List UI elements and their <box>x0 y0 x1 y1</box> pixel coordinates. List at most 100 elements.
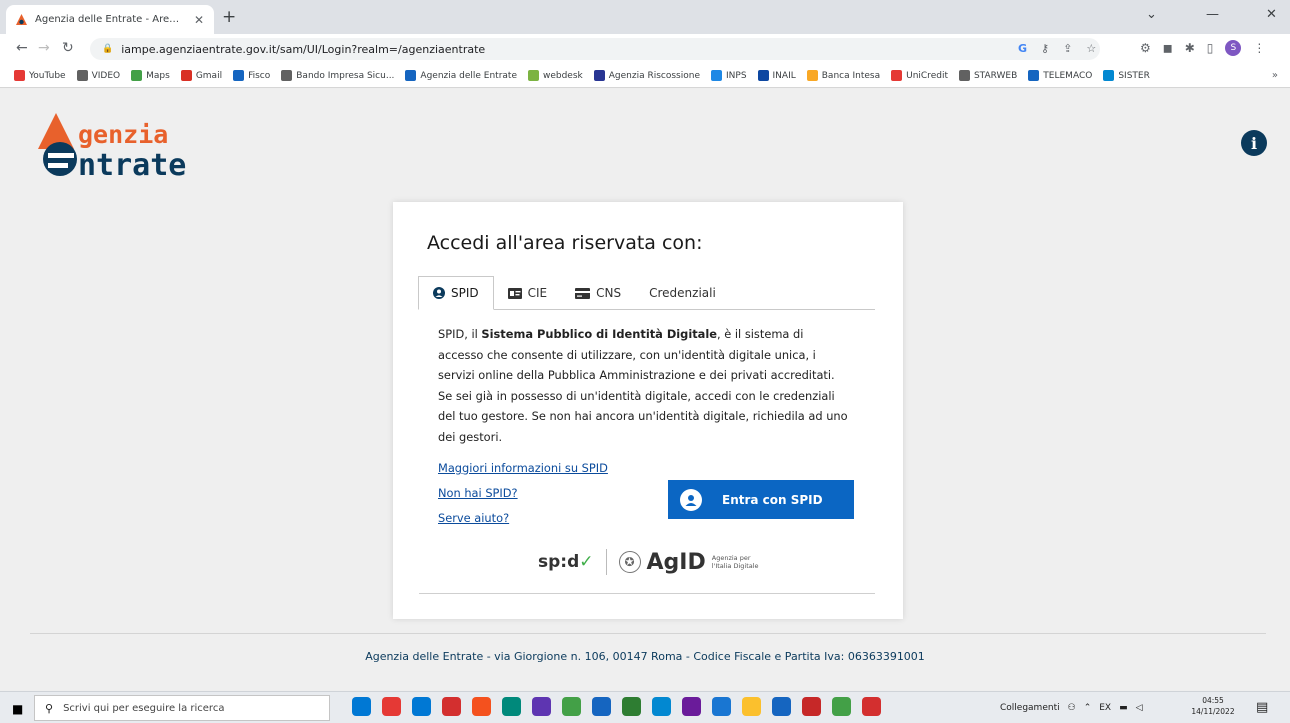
google-lens-icon[interactable]: G <box>1018 42 1027 55</box>
taskbar-app-icon[interactable] <box>562 697 581 716</box>
taskbar-app-icon[interactable] <box>382 697 401 716</box>
links-toolbar-label[interactable]: Collegamenti <box>1000 703 1060 713</box>
taskbar-app-icon[interactable] <box>592 697 611 716</box>
key-icon[interactable]: ⚷ <box>1041 42 1049 55</box>
bookmark-label: Banca Intesa <box>821 70 881 81</box>
tab-credenziali[interactable]: Credenziali <box>635 276 730 310</box>
new-tab-button[interactable]: + <box>222 7 236 27</box>
tab-close-icon[interactable]: ✕ <box>192 13 206 27</box>
taskbar-app-icon[interactable] <box>682 697 701 716</box>
taskbar-app-icon[interactable] <box>862 697 881 716</box>
desc-part-1: SPID, il <box>438 327 482 341</box>
taskbar-app-icon[interactable] <box>442 697 461 716</box>
minimize-icon[interactable]: — <box>1206 7 1219 22</box>
taskbar-app-icon[interactable] <box>502 697 521 716</box>
spid-logo: sp:d✓ <box>538 552 594 572</box>
card-divider <box>419 593 875 594</box>
address-url: iampe.agenziaentrate.gov.it/sam/UI/Login… <box>121 42 486 56</box>
back-arrow-icon[interactable]: ← <box>16 40 28 56</box>
extensions-puzzle-icon[interactable]: ✱ <box>1185 41 1195 55</box>
bookmark-item[interactable]: Bando Impresa Sicu... <box>281 70 394 81</box>
bookmark-item[interactable]: Maps <box>131 70 170 81</box>
page-content: genzia ntrate i Accedi all'area riservat… <box>0 89 1290 690</box>
bookmark-favicon-icon <box>593 70 605 81</box>
side-panel-icon[interactable]: ▯ <box>1207 41 1214 55</box>
profile-avatar[interactable]: S <box>1225 40 1242 56</box>
bookmark-star-icon[interactable]: ☆ <box>1086 42 1096 55</box>
id-card-icon <box>507 287 522 299</box>
taskbar-app-icon[interactable] <box>832 697 851 716</box>
brand-logos: sp:d✓ ✪ AgID Agenzia per l'Italia Digita… <box>538 549 762 575</box>
bookmark-item[interactable]: UniCredit <box>891 70 948 81</box>
footer-text: Agenzia delle Entrate - via Giorgione n.… <box>365 650 925 663</box>
share-icon[interactable]: ⇪ <box>1063 42 1072 55</box>
windows-taskbar: ■ ⚲ Scrivi qui per eseguire la ricerca C… <box>0 691 1290 723</box>
bookmark-label: Agenzia Riscossione <box>608 70 700 81</box>
close-window-icon[interactable]: ✕ <box>1266 7 1277 22</box>
bookmark-favicon-icon <box>527 70 539 81</box>
taskbar-app-icon[interactable] <box>802 697 821 716</box>
bookmark-item[interactable]: INPS <box>711 70 747 81</box>
taskbar-app-icon[interactable] <box>712 697 731 716</box>
bookmark-favicon-icon <box>891 70 903 81</box>
bookmark-item[interactable]: TELEMACO <box>1028 70 1092 81</box>
bookmark-favicon-icon <box>14 70 25 81</box>
tab-cie[interactable]: CIE <box>494 276 562 310</box>
taskbar-search-input[interactable]: ⚲ Scrivi qui per eseguire la ricerca <box>34 695 330 721</box>
notification-icon[interactable]: ▤ <box>1256 700 1268 715</box>
extension-shield-icon[interactable]: ◼ <box>1163 41 1173 55</box>
bookmark-favicon-icon <box>806 70 818 81</box>
taskbar-app-icon[interactable] <box>772 697 791 716</box>
user-circle-icon <box>433 287 445 299</box>
bookmark-favicon-icon <box>76 70 88 81</box>
taskbar-apps <box>352 697 881 716</box>
reload-icon[interactable]: ↻ <box>62 40 74 56</box>
extensions-area: ⚙ ◼ ✱ ▯ S ⋮ <box>1140 40 1265 56</box>
volume-icon[interactable]: ◁ <box>1136 703 1143 713</box>
desc-part-2: , è il sistema di accesso che consente d… <box>438 327 848 444</box>
people-icon[interactable]: ⚇ <box>1068 703 1076 713</box>
bookmarks-more-icon[interactable]: » <box>1272 70 1278 81</box>
tab-spid[interactable]: SPID <box>418 276 494 310</box>
bookmark-item[interactable]: Fisco <box>233 70 270 81</box>
bookmark-item[interactable]: YouTube <box>14 70 66 81</box>
menu-dots-icon[interactable]: ⋮ <box>1253 41 1265 55</box>
bookmark-favicon-icon <box>180 70 192 81</box>
info-icon[interactable]: i <box>1241 130 1267 156</box>
language-indicator[interactable]: EX <box>1099 703 1111 713</box>
tab-cns[interactable]: CNS <box>561 276 635 310</box>
bookmark-item[interactable]: STARWEB <box>958 70 1017 81</box>
need-help-link[interactable]: Serve aiuto? <box>438 509 608 528</box>
taskbar-app-icon[interactable] <box>742 697 761 716</box>
bookmark-item[interactable]: Gmail <box>180 70 222 81</box>
enter-spid-button[interactable]: Entra con SPID <box>668 480 854 519</box>
more-info-spid-link[interactable]: Maggiori informazioni su SPID <box>438 459 608 478</box>
extension-icon[interactable]: ⚙ <box>1140 41 1151 55</box>
bookmark-item[interactable]: INAIL <box>757 70 796 81</box>
no-spid-link[interactable]: Non hai SPID? <box>438 484 608 503</box>
browser-tab-title: Agenzia delle Entrate - Area riser <box>35 14 185 25</box>
bookmark-favicon-icon <box>131 70 143 81</box>
taskbar-app-icon[interactable] <box>472 697 491 716</box>
bookmarks-bar: YouTube VIDEO Maps Gmail Fisco Bando Impresa … <box>0 64 1290 88</box>
network-icon[interactable]: ▬ <box>1119 703 1128 713</box>
taskbar-app-icon[interactable] <box>622 697 641 716</box>
bookmark-item[interactable]: VIDEO <box>76 70 120 81</box>
bookmark-item[interactable]: Banca Intesa <box>806 70 881 81</box>
tray-chevron-icon[interactable]: ⌃ <box>1084 703 1092 713</box>
taskbar-app-icon[interactable] <box>532 697 551 716</box>
browser-tab[interactable]: Agenzia delle Entrate - Area riser ✕ <box>6 5 214 34</box>
address-bar[interactable]: 🔒 iampe.agenziaentrate.gov.it/sam/UI/Log… <box>90 38 1100 60</box>
bookmark-item[interactable]: webdesk <box>527 70 583 81</box>
bookmark-item[interactable]: SISTER <box>1103 70 1150 81</box>
forward-arrow-icon[interactable]: → <box>38 40 50 56</box>
windows-start-icon[interactable]: ■ <box>12 702 23 716</box>
agenzia-entrate-logo[interactable]: genzia ntrate <box>34 109 254 183</box>
bookmark-item[interactable]: Agenzia delle Entrate <box>405 70 517 81</box>
tab-search-icon[interactable]: ⌄ <box>1146 7 1157 22</box>
taskbar-app-icon[interactable] <box>352 697 371 716</box>
bookmark-item[interactable]: Agenzia Riscossione <box>593 70 700 81</box>
taskbar-app-icon[interactable] <box>652 697 671 716</box>
taskbar-app-icon[interactable] <box>412 697 431 716</box>
taskbar-clock[interactable]: 04:55 14/11/2022 <box>1188 695 1238 717</box>
